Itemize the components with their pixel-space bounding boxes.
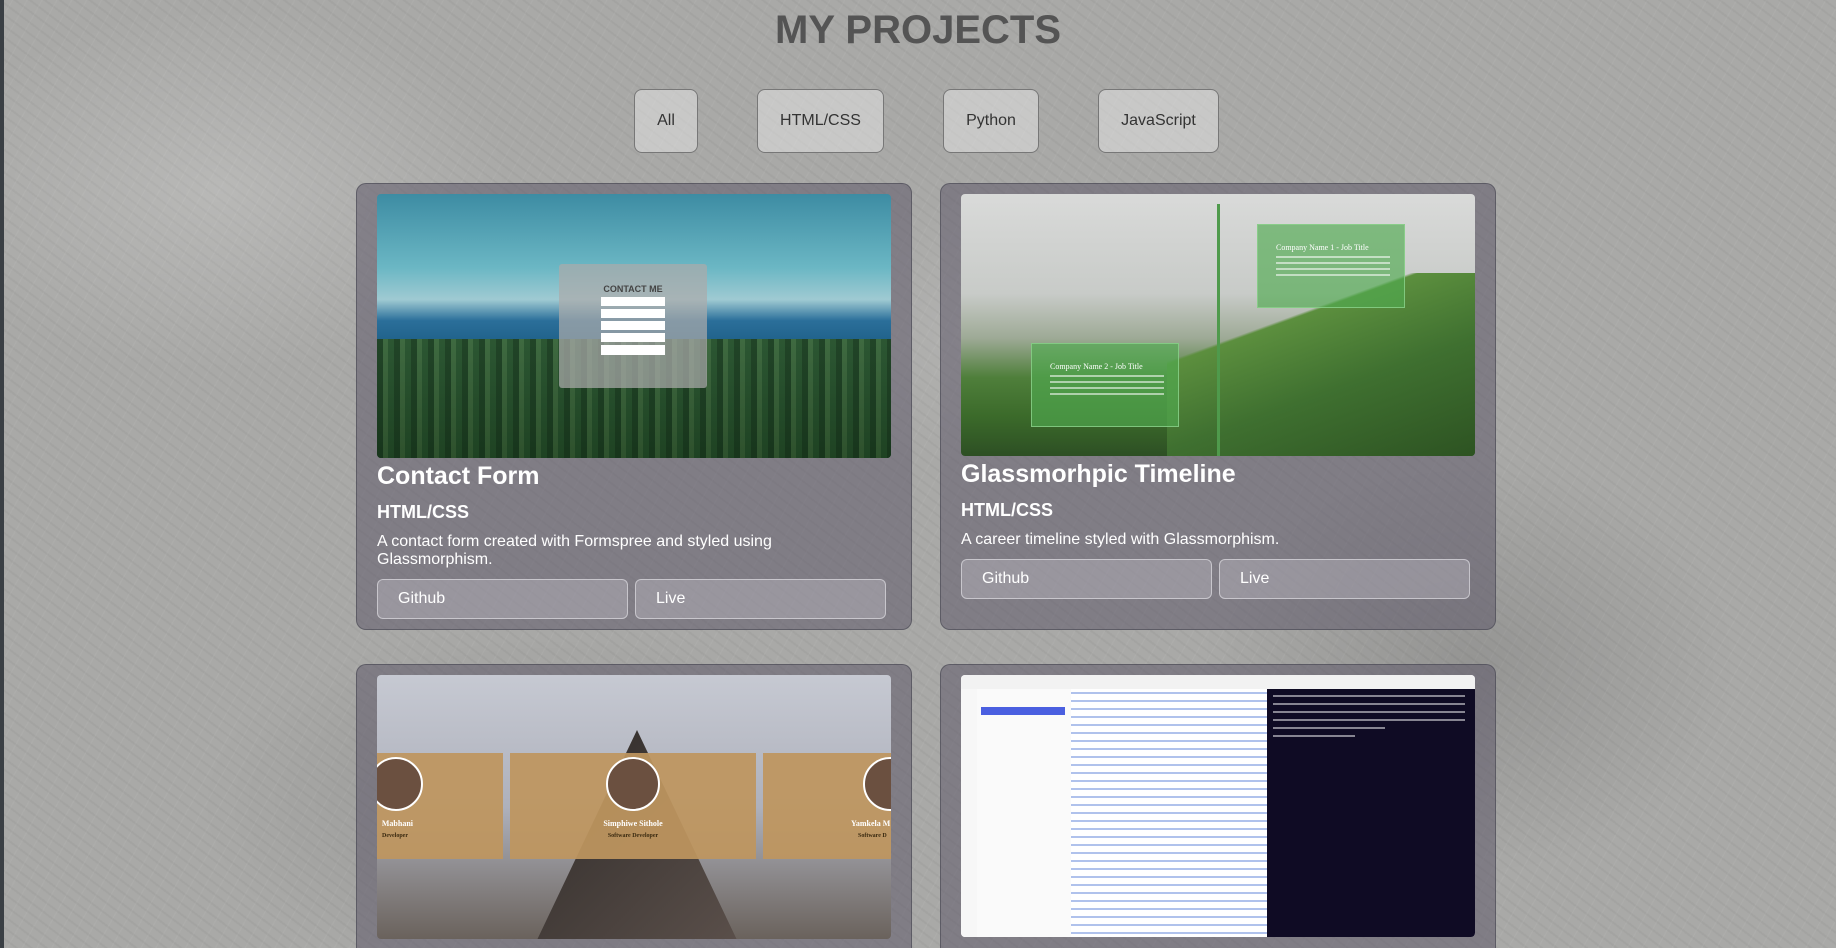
avatar [377,757,423,811]
testimonial-slide: Simphiwe Sithole Software Developer [510,753,756,859]
testimonial-slide: Yamkela M Software D [763,753,891,859]
contact-form-preview-title: CONTACT ME [603,284,663,294]
project-category: HTML/CSS [377,502,469,522]
project-card-contact-form: CONTACT ME Contact Form HTML/CSS A conta… [356,183,912,630]
testimonial-slider-preview-image: Mabhani Developer Simphiwe Sithole Softw… [377,675,891,939]
timeline-entry: Company Name 1 - Job Title [1257,224,1405,308]
filter-javascript-button[interactable]: JavaScript [1098,89,1219,153]
avatar [863,757,891,811]
project-category: HTML/CSS [961,500,1053,520]
project-thumbnail[interactable]: CONTACT ME [377,194,891,458]
filter-python-button[interactable]: Python [943,89,1039,153]
contact-form-preview-image: CONTACT ME [377,194,891,458]
timeline-preview-image: Company Name 1 - Job Title Company Name … [961,194,1475,456]
contact-form-preview: CONTACT ME [559,264,707,388]
testimonial-slide: Mabhani Developer [377,753,503,859]
filter-html-css-button[interactable]: HTML/CSS [757,89,884,153]
project-thumbnail[interactable] [961,675,1475,937]
project-card-glassmorphic-timeline: Company Name 1 - Job Title Company Name … [940,183,1496,630]
live-button[interactable]: Live [635,579,886,619]
terminal-panel [1267,689,1475,937]
github-button[interactable]: Github [377,579,628,619]
project-description: A contact form created with Formspree an… [377,533,772,568]
timeline-entry: Company Name 2 - Job Title [1031,343,1179,427]
filter-bar: All HTML/CSS Python JavaScript [0,89,1836,153]
filter-all-button[interactable]: All [634,89,698,153]
project-card-testimonial-slider: Mabhani Developer Simphiwe Sithole Softw… [356,664,912,948]
code-editor-preview-image [961,675,1475,937]
project-thumbnail[interactable]: Company Name 1 - Job Title Company Name … [961,194,1475,456]
project-card-python-project [940,664,1496,948]
github-button[interactable]: Github [961,559,1212,599]
project-title: Glassmorhpic Timeline [961,460,1236,488]
project-title: Contact Form [377,462,540,490]
project-description: A career timeline styled with Glassmorph… [961,531,1280,548]
project-thumbnail[interactable]: Mabhani Developer Simphiwe Sithole Softw… [377,675,891,939]
avatar [606,757,660,811]
page-title: MY PROJECTS [775,8,1061,52]
live-button[interactable]: Live [1219,559,1470,599]
